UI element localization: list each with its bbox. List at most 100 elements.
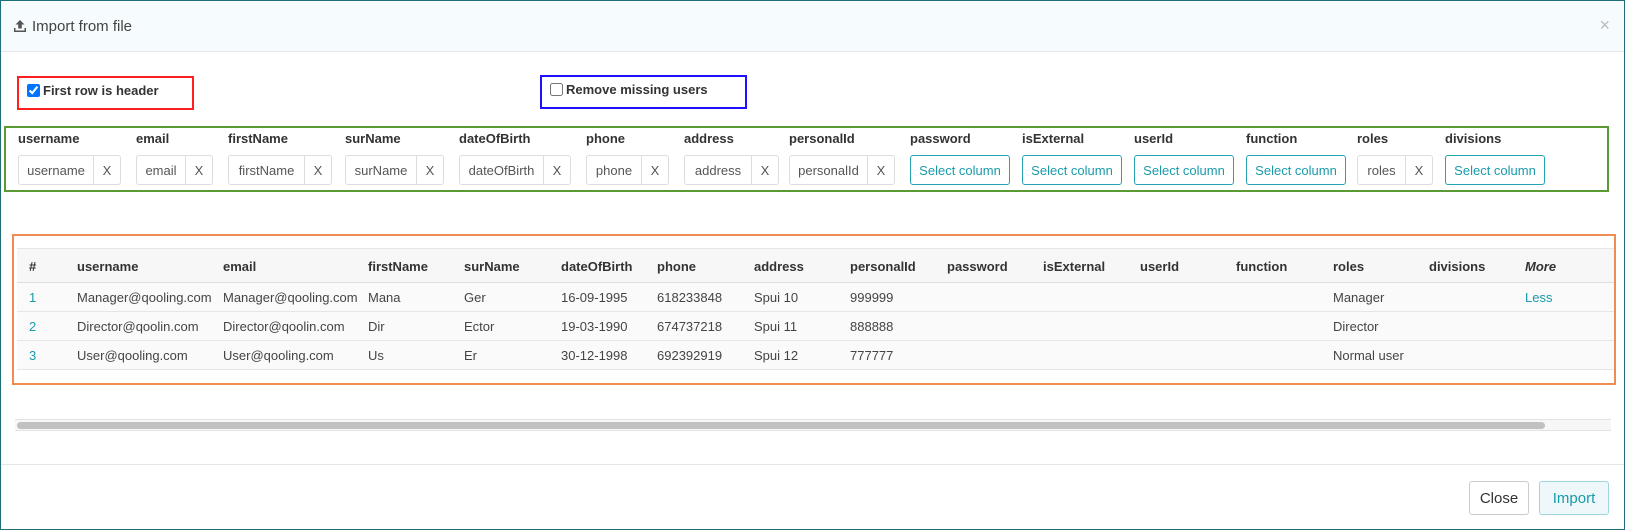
mapped-column-field[interactable]: firstName [228,155,305,185]
column-header: phone [657,259,696,274]
table-cell: 618233848 [657,290,723,305]
column-header: surName [464,259,520,274]
table-cell: Manager@qooling.com [223,290,358,305]
remove-missing-users-option: Remove missing users [540,75,747,109]
mapping-header-roles: roles [1357,131,1389,146]
mapping-control-phone: phone X [586,155,669,185]
preview-table: # username email firstName surName dateOfBirt… [17,248,1614,370]
mapping-control-address: address X [684,155,779,185]
table-cell: 674737218 [657,319,723,334]
table-cell: User@qooling.com [223,348,334,363]
column-header: email [223,259,257,274]
mapping-header-dateofbirth: dateOfBirth [459,131,531,146]
mapping-header-password: password [910,131,971,146]
close-icon[interactable]: × [1599,15,1610,36]
first-row-header-checkbox[interactable] [27,84,40,97]
column-header: address [754,259,804,274]
first-row-header-option: First row is header [17,76,194,110]
clear-mapping-button[interactable]: X [868,155,895,185]
mapped-column-field[interactable]: surName [345,155,417,185]
mapped-column-field[interactable]: dateOfBirth [459,155,544,185]
clear-mapping-button[interactable]: X [94,155,121,185]
mapping-header-personalid: personalId [789,131,855,146]
clear-mapping-button[interactable]: X [186,155,213,185]
first-row-header-label[interactable]: First row is header [27,83,159,98]
table-cell: Normal user [1333,348,1404,363]
clear-mapping-button[interactable]: X [1406,155,1433,185]
column-header: # [29,259,37,274]
table-cell: 999999 [850,290,894,305]
table-cell: Director [1333,319,1379,334]
remove-missing-users-label[interactable]: Remove missing users [550,82,708,97]
mapping-control-personalid: personalId X [789,155,895,185]
table-cell: Dir [368,319,385,334]
mapped-column-field[interactable]: roles [1357,155,1406,185]
table-cell: Ger [464,290,486,305]
row-number-link[interactable]: 1 [29,283,36,312]
column-header: password [947,259,1008,274]
row-number-link[interactable]: 3 [29,341,36,370]
table-cell: Mana [368,290,401,305]
table-cell: Director@qoolin.com [77,319,199,334]
mapping-control-divisions: Select column [1445,155,1545,185]
mapping-control-isexternal: Select column [1022,155,1122,185]
column-header: dateOfBirth [561,259,633,274]
table-cell: 16-09-1995 [561,290,628,305]
table-cell: Ector [464,319,495,334]
remove-missing-users-checkbox[interactable] [550,83,563,96]
mapping-control-function: Select column [1246,155,1346,185]
select-column-button[interactable]: Select column [1246,155,1346,185]
dialog-title: Import from file [32,18,133,35]
table-row: 2 Director@qoolin.com Director@qoolin.com D… [17,312,1614,341]
mapping-control-username: username X [18,155,121,185]
mapping-header-isexternal: isExternal [1022,131,1085,146]
close-button[interactable]: Close [1469,481,1529,515]
mapping-control-surname: surName X [345,155,444,185]
mapping-header-firstname: firstName [228,131,288,146]
table-row: 3 User@qooling.com User@qooling.com Us Er 30-… [17,341,1614,370]
mapping-control-userid: Select column [1134,155,1234,185]
table-cell: 30-12-1998 [561,348,628,363]
row-number-link[interactable]: 2 [29,312,36,341]
clear-mapping-button[interactable]: X [544,155,571,185]
table-cell: 888888 [850,319,894,334]
mapped-column-field[interactable]: email [136,155,186,185]
dialog-header: Import from file × [1,1,1624,52]
table-cell: Director@qoolin.com [223,319,345,334]
column-header: username [77,259,139,274]
mapping-control-email: email X [136,155,213,185]
clear-mapping-button[interactable]: X [417,155,444,185]
column-header: roles [1333,259,1365,274]
scrollbar-thumb[interactable] [17,422,1545,429]
mapping-header-function: function [1246,131,1298,146]
mapping-control-password: Select column [910,155,1010,185]
select-column-button[interactable]: Select column [1445,155,1545,185]
dialog-footer: Close Import [1,464,1624,529]
select-column-button[interactable]: Select column [910,155,1010,185]
column-header: userId [1140,259,1180,274]
clear-mapping-button[interactable]: X [305,155,332,185]
mapping-control-dateofbirth: dateOfBirth X [459,155,571,185]
select-column-button[interactable]: Select column [1134,155,1234,185]
table-cell: 692392919 [657,348,723,363]
table-cell: Spui 12 [754,348,799,363]
mapped-column-field[interactable]: username [18,155,94,185]
select-column-button[interactable]: Select column [1022,155,1122,185]
table-cell: Spui 10 [754,290,799,305]
less-link[interactable]: Less [1525,283,1552,312]
mapped-column-field[interactable]: address [684,155,752,185]
mapping-control-firstname: firstName X [228,155,332,185]
clear-mapping-button[interactable]: X [642,155,669,185]
mapping-header-surname: surName [345,131,401,146]
clear-mapping-button[interactable]: X [752,155,779,185]
table-cell: Er [464,348,477,363]
table-cell: Manager@qooling.com [77,290,212,305]
horizontal-scrollbar[interactable] [15,419,1611,431]
import-button[interactable]: Import [1539,481,1609,515]
column-header: function [1236,259,1288,274]
mapped-column-field[interactable]: personalId [789,155,868,185]
mapped-column-field[interactable]: phone [586,155,642,185]
table-row: 1 Manager@qooling.com Manager@qooling.com M… [17,283,1614,312]
table-cell: Us [368,348,384,363]
column-mapping-panel: username username Xemail email XfirstName fir… [4,126,1609,192]
